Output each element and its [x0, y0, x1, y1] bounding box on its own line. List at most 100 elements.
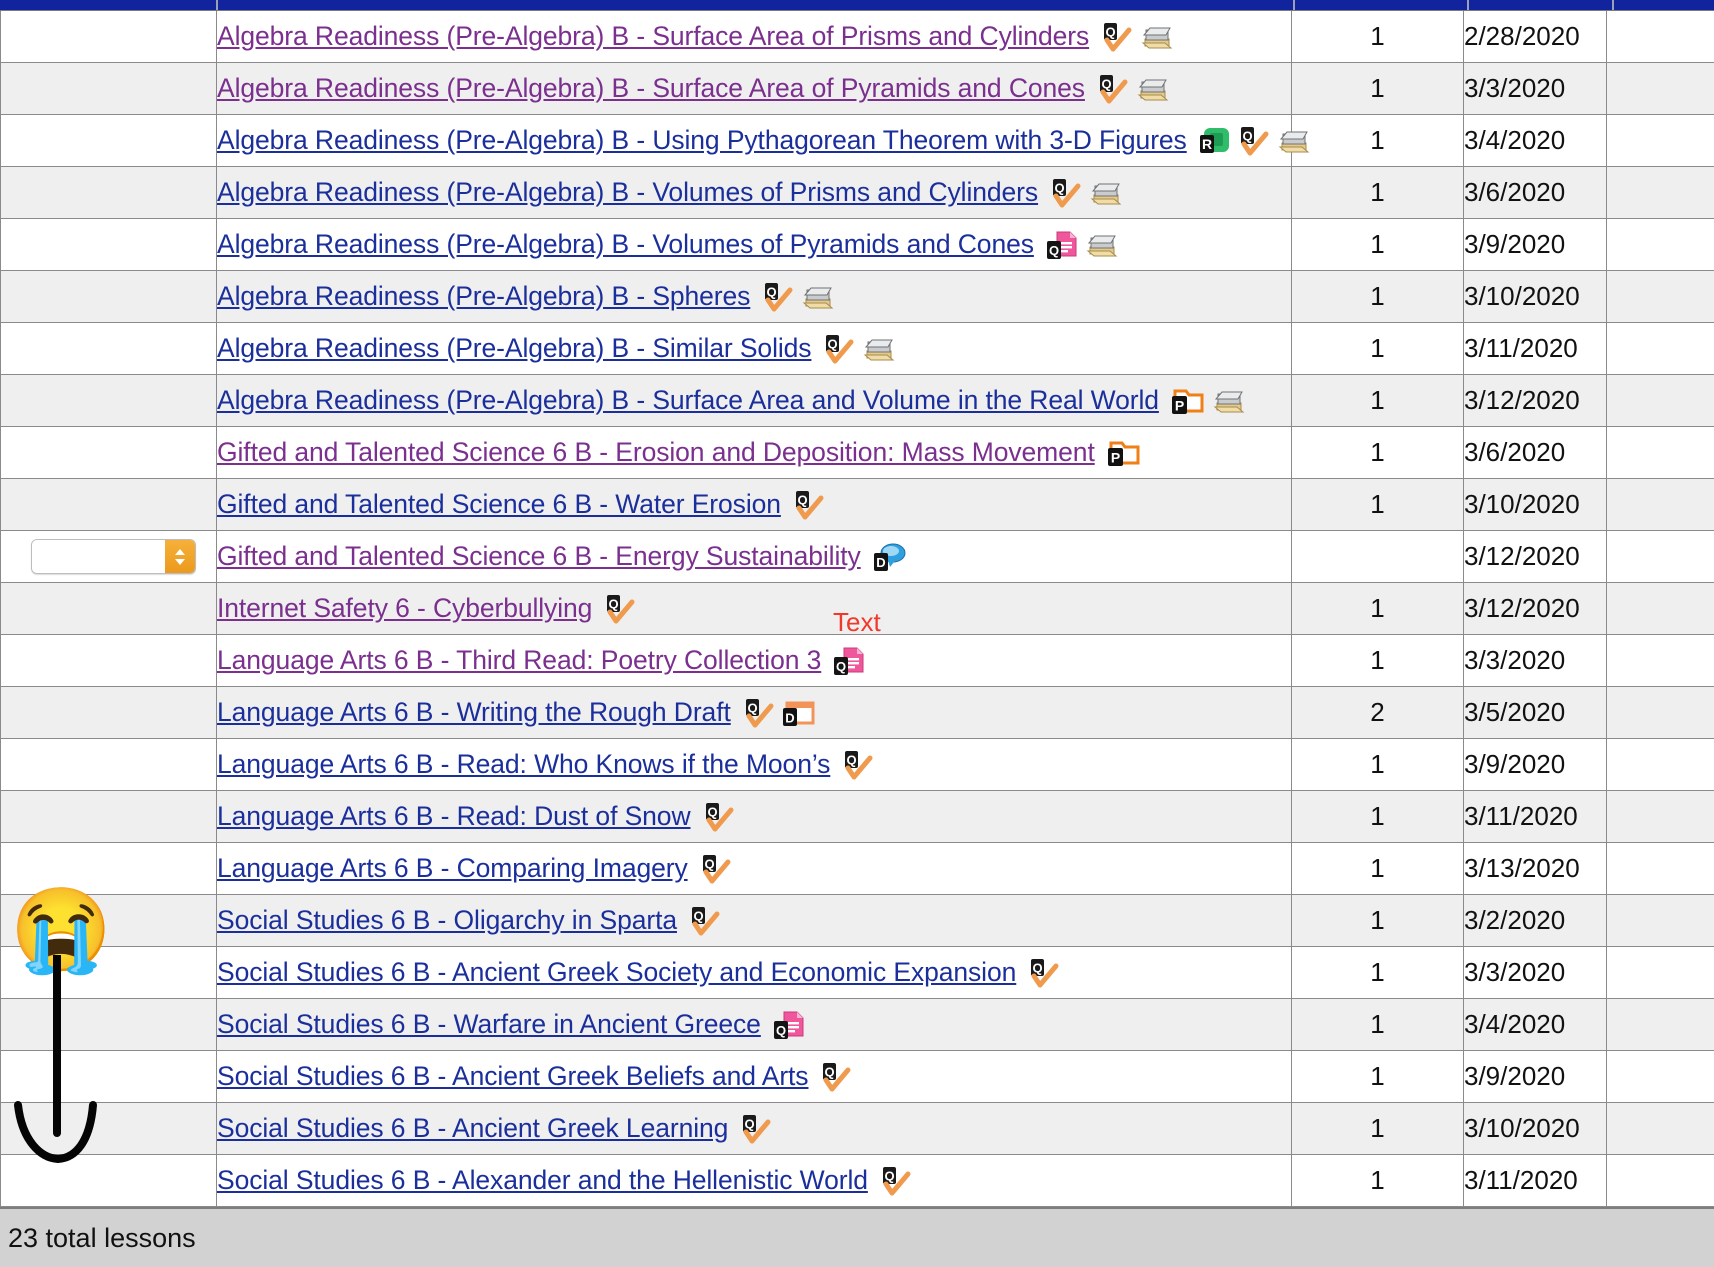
lesson-date-cell: 3/9/2020: [1464, 1051, 1607, 1103]
quiz-check-icon[interactable]: Q: [741, 1114, 771, 1144]
orange-p-folder-icon[interactable]: P: [1172, 387, 1204, 415]
lesson-icon-group: Q: [794, 490, 824, 520]
table-row: Social Studies 6 B - Oligarchy in Sparta…: [1, 895, 1714, 947]
table-header-bar: [0, 0, 1714, 11]
lesson-link[interactable]: Gifted and Talented Science 6 B - Energy…: [217, 541, 861, 572]
archive-box-icon[interactable]: [802, 283, 834, 311]
lesson-link[interactable]: Social Studies 6 B - Ancient Greek Belie…: [217, 1061, 808, 1092]
lesson-link[interactable]: Algebra Readiness (Pre-Algebra) B - Simi…: [217, 333, 811, 364]
lesson-extra-cell: [1607, 1155, 1714, 1207]
quiz-check-icon[interactable]: Q: [794, 490, 824, 520]
lesson-title-cell: Algebra Readiness (Pre-Algebra) B - Volu…: [217, 219, 1292, 271]
lesson-link[interactable]: Algebra Readiness (Pre-Algebra) B - Volu…: [217, 177, 1038, 208]
pink-doc-icon[interactable]: Q: [774, 1010, 804, 1040]
lesson-link[interactable]: Language Arts 6 B - Comparing Imagery: [217, 853, 688, 884]
pink-doc-icon[interactable]: Q: [834, 646, 864, 676]
green-r-icon[interactable]: R: [1200, 126, 1230, 156]
lesson-icon-group: Q: [843, 750, 873, 780]
lesson-count-cell: 1: [1292, 635, 1464, 687]
lesson-link[interactable]: Language Arts 6 B - Third Read: Poetry C…: [217, 645, 821, 676]
lesson-link[interactable]: Algebra Readiness (Pre-Algebra) B - Surf…: [217, 385, 1159, 416]
orange-d-doc-icon[interactable]: D: [783, 699, 815, 727]
quiz-check-icon[interactable]: Q: [690, 906, 720, 936]
lesson-count-cell: 1: [1292, 219, 1464, 271]
archive-box-icon[interactable]: [1090, 179, 1122, 207]
quiz-check-icon[interactable]: Q: [704, 802, 734, 832]
lesson-link[interactable]: Algebra Readiness (Pre-Algebra) B - Surf…: [217, 21, 1089, 52]
lesson-link[interactable]: Algebra Readiness (Pre-Algebra) B - Sphe…: [217, 281, 750, 312]
lesson-title-cell: Algebra Readiness (Pre-Algebra) B - Surf…: [217, 375, 1292, 427]
lesson-extra-cell: [1607, 999, 1714, 1051]
lesson-link[interactable]: Algebra Readiness (Pre-Algebra) B - Surf…: [217, 73, 1085, 104]
lesson-extra-cell: [1607, 11, 1714, 63]
lesson-title-cell: Algebra Readiness (Pre-Algebra) B - Sphe…: [217, 271, 1292, 323]
lesson-date-cell: 3/5/2020: [1464, 687, 1607, 739]
lesson-count-cell: 1: [1292, 427, 1464, 479]
lesson-extra-cell: [1607, 1051, 1714, 1103]
archive-box-icon[interactable]: [863, 335, 895, 363]
lesson-count-cell: 1: [1292, 323, 1464, 375]
lesson-title-cell: Gifted and Talented Science 6 B - Erosio…: [217, 427, 1292, 479]
archive-box-icon[interactable]: [1278, 127, 1310, 155]
lesson-link[interactable]: Social Studies 6 B - Oligarchy in Sparta: [217, 905, 677, 936]
archive-box-icon[interactable]: [1086, 231, 1118, 259]
archive-box-icon[interactable]: [1137, 75, 1169, 103]
quiz-check-icon[interactable]: Q: [701, 854, 731, 884]
lesson-link[interactable]: Language Arts 6 B - Read: Dust of Snow: [217, 801, 691, 832]
quiz-check-icon[interactable]: Q: [1029, 958, 1059, 988]
lesson-link[interactable]: Social Studies 6 B - Ancient Greek Socie…: [217, 957, 1016, 988]
lesson-icon-group: P: [1108, 439, 1140, 467]
lesson-count-cell: 1: [1292, 1155, 1464, 1207]
pink-doc-icon[interactable]: Q: [1047, 230, 1077, 260]
discussion-d-icon[interactable]: D: [874, 542, 906, 572]
quiz-check-icon[interactable]: Q: [744, 698, 774, 728]
archive-box-icon[interactable]: [1213, 387, 1245, 415]
header-segment-title: [218, 0, 1293, 10]
quiz-check-icon[interactable]: Q: [1239, 126, 1269, 156]
svg-text:Q: Q: [847, 752, 857, 767]
quiz-check-icon[interactable]: Q: [1098, 74, 1128, 104]
table-row: Language Arts 6 B - Read: Dust of Snow Q…: [1, 791, 1714, 843]
quiz-check-icon[interactable]: Q: [605, 594, 635, 624]
lesson-extra-cell: [1607, 635, 1714, 687]
quiz-check-icon[interactable]: Q: [881, 1166, 911, 1196]
row-select-cell: [1, 427, 217, 479]
lesson-link[interactable]: Algebra Readiness (Pre-Algebra) B - Usin…: [217, 125, 1187, 156]
lesson-title-cell: Social Studies 6 B - Alexander and the H…: [217, 1155, 1292, 1207]
lesson-link[interactable]: Gifted and Talented Science 6 B - Water …: [217, 489, 781, 520]
lesson-link[interactable]: Language Arts 6 B - Writing the Rough Dr…: [217, 697, 731, 728]
lesson-icon-group: D: [874, 542, 906, 572]
orange-p-folder-icon[interactable]: P: [1108, 439, 1140, 467]
table-row: Algebra Readiness (Pre-Algebra) B - Surf…: [1, 375, 1714, 427]
chevron-updown-icon[interactable]: [165, 540, 195, 573]
lesson-date-cell: 3/12/2020: [1464, 531, 1607, 583]
lesson-link[interactable]: Gifted and Talented Science 6 B - Erosio…: [217, 437, 1095, 468]
lesson-link[interactable]: Social Studies 6 B - Ancient Greek Learn…: [217, 1113, 728, 1144]
lesson-link[interactable]: Internet Safety 6 - Cyberbullying: [217, 593, 592, 624]
lesson-title-cell: Algebra Readiness (Pre-Algebra) B - Surf…: [217, 11, 1292, 63]
header-segment-count: [1295, 0, 1467, 10]
row-action-select[interactable]: [31, 539, 196, 574]
table-row: Gifted and Talented Science 6 B - Erosio…: [1, 427, 1714, 479]
lesson-date-cell: 3/10/2020: [1464, 1103, 1607, 1155]
lesson-link[interactable]: Social Studies 6 B - Alexander and the H…: [217, 1165, 868, 1196]
quiz-check-icon[interactable]: Q: [763, 282, 793, 312]
lesson-extra-cell: [1607, 427, 1714, 479]
svg-text:P: P: [1111, 449, 1120, 465]
lesson-count-cell: 1: [1292, 1103, 1464, 1155]
archive-box-icon[interactable]: [1141, 23, 1173, 51]
quiz-check-icon[interactable]: Q: [821, 1062, 851, 1092]
table-row: Language Arts 6 B - Read: Who Knows if t…: [1, 739, 1714, 791]
quiz-check-icon[interactable]: Q: [1102, 22, 1132, 52]
quiz-check-icon[interactable]: Q: [1051, 178, 1081, 208]
lesson-count-cell: 1: [1292, 271, 1464, 323]
quiz-check-icon[interactable]: Q: [843, 750, 873, 780]
lesson-count-cell: 1: [1292, 999, 1464, 1051]
svg-text:Q: Q: [828, 336, 838, 351]
row-action-select-value[interactable]: [32, 540, 165, 573]
quiz-check-icon[interactable]: Q: [824, 334, 854, 364]
lesson-link[interactable]: Algebra Readiness (Pre-Algebra) B - Volu…: [217, 229, 1034, 260]
table-row: Gifted and Talented Science 6 B - Water …: [1, 479, 1714, 531]
lesson-link[interactable]: Social Studies 6 B - Warfare in Ancient …: [217, 1009, 761, 1040]
lesson-link[interactable]: Language Arts 6 B - Read: Who Knows if t…: [217, 749, 830, 780]
